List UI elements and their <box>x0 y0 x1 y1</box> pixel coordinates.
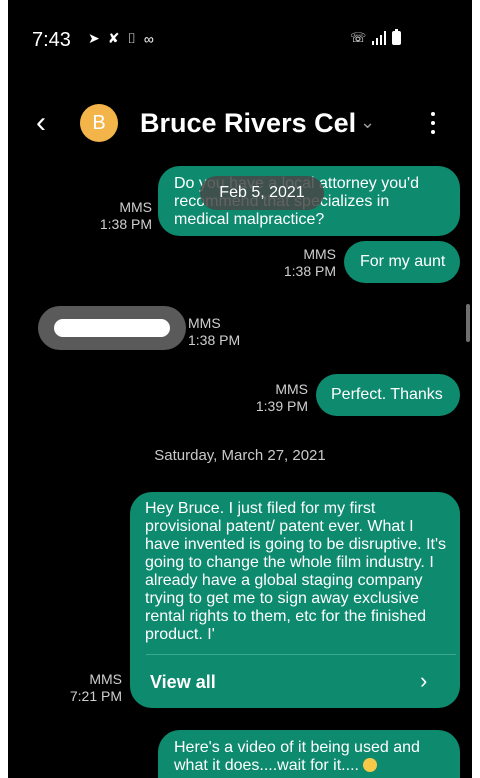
view-all-divider <box>146 654 456 655</box>
view-all-button[interactable]: View all <box>150 672 216 693</box>
redaction-mark <box>54 319 170 337</box>
message-meta: MMS 1:38 PM <box>188 315 248 349</box>
message-text: For my aunt <box>360 253 446 270</box>
date-pill: Feb 5, 2021 <box>200 176 324 210</box>
status-system-icons: ☏ <box>350 29 402 46</box>
message-text: Here's a video of it being used and what… <box>174 739 420 774</box>
message-meta: MMS 7:21 PM <box>64 671 122 705</box>
battery-icon <box>392 29 402 45</box>
signal-icon <box>372 31 387 45</box>
message-type: MMS <box>188 315 221 331</box>
message-time: 1:38 PM <box>188 332 241 348</box>
contact-name[interactable]: Bruce Rivers Cel <box>140 108 356 139</box>
message-bubble[interactable]: Here's a video of it being used and what… <box>158 730 460 778</box>
message-bubble[interactable]: Perfect. Thanks <box>316 374 460 416</box>
scrollbar[interactable] <box>466 304 470 342</box>
avatar[interactable]: B <box>80 104 118 142</box>
status-notification-icons: ➤ ✘ ⌷ ∞ <box>88 30 156 47</box>
missed-call-icon: ✘ <box>107 30 122 46</box>
day-separator: Saturday, March 27, 2021 <box>154 447 326 464</box>
wifi-calling-icon: ☏ <box>350 30 367 45</box>
message-time: 1:39 PM <box>255 398 308 414</box>
message-text: Hey Bruce. I just filed for my first pro… <box>145 500 447 643</box>
message-meta: MMS 1:38 PM <box>276 246 336 280</box>
back-icon[interactable]: ‹ <box>36 106 46 140</box>
more-options-icon[interactable] <box>431 112 437 134</box>
winking-emoji-icon <box>363 757 378 772</box>
conversation-screen: 7:43 ➤ ✘ ⌷ ∞ ☏ ‹ B Bruce Rivers Cel ⌄ MM… <box>8 0 472 778</box>
message-meta: MMS 1:39 PM <box>248 381 308 415</box>
message-time: 7:21 PM <box>69 688 122 704</box>
chevron-down-icon[interactable]: ⌄ <box>360 112 375 133</box>
chevron-right-icon[interactable]: › <box>420 668 427 694</box>
send-icon: ➤ <box>88 30 102 46</box>
screenshot-icon: ⌷ <box>127 30 138 46</box>
message-text: Perfect. Thanks <box>331 386 443 403</box>
message-type: MMS <box>303 246 336 262</box>
message-type: MMS <box>119 199 152 215</box>
status-time: 7:43 <box>32 29 71 51</box>
message-time: 1:38 PM <box>283 263 336 279</box>
message-meta: MMS 1:38 PM <box>96 199 152 233</box>
message-bubble[interactable]: For my aunt <box>344 241 460 283</box>
message-type: MMS <box>275 381 308 397</box>
voicemail-icon: ∞ <box>143 30 156 47</box>
message-type: MMS <box>89 671 122 687</box>
message-time: 1:38 PM <box>99 216 152 232</box>
